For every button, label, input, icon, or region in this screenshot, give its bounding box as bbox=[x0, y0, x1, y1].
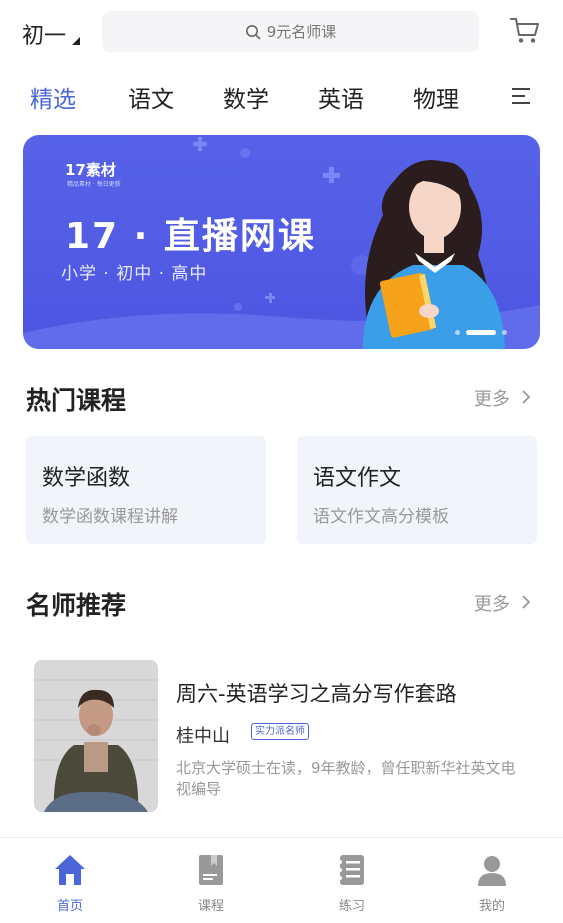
chevron-right-icon[interactable] bbox=[520, 389, 532, 405]
carousel-dot-active[interactable] bbox=[466, 330, 496, 335]
nav-label: 首页 bbox=[56, 899, 83, 914]
tab-featured[interactable]: 精选 bbox=[30, 80, 76, 114]
banner-subtitle: 小学 · 初中 · 高中 bbox=[61, 264, 208, 284]
banner-logo: 17素材 bbox=[65, 161, 116, 179]
tab-physics[interactable]: 物理 bbox=[413, 80, 459, 114]
teacher-description: 北京大学硕士在读，9年教龄，曾任职新华社英文电视编导 bbox=[176, 759, 516, 798]
user-icon bbox=[478, 856, 506, 886]
category-tabs: 精选 语文 数学 英语 物理 bbox=[0, 80, 563, 116]
teachers-more-link[interactable]: 更多 bbox=[474, 590, 510, 616]
grade-selector[interactable]: 初一 bbox=[22, 18, 66, 50]
cart-icon[interactable] bbox=[509, 14, 541, 46]
home-icon bbox=[55, 855, 85, 885]
tab-math[interactable]: 数学 bbox=[223, 80, 269, 114]
nav-label: 练习 bbox=[338, 899, 365, 914]
carousel-indicator bbox=[455, 330, 507, 335]
teacher-course-title: 周六-英语学习之高分写作套路 bbox=[176, 682, 457, 706]
book-icon bbox=[199, 855, 223, 885]
nav-home[interactable]: 首页 bbox=[30, 838, 110, 923]
carousel-dot[interactable] bbox=[502, 330, 507, 335]
caret-down-icon[interactable] bbox=[72, 37, 80, 45]
chevron-right-icon[interactable] bbox=[520, 594, 532, 610]
search-placeholder: 9元名师课 bbox=[266, 23, 337, 41]
promo-banner[interactable]: 17素材 精品素材 · 每日更新 17 · 直播网课 小学 · 初中 · 高中 bbox=[23, 135, 540, 349]
course-card-math[interactable]: 数学函数 数学函数课程讲解 bbox=[26, 436, 266, 544]
course-card-writing[interactable]: 语文作文 语文作文高分模板 bbox=[297, 436, 537, 544]
carousel-dot[interactable] bbox=[455, 330, 460, 335]
tab-english[interactable]: 英语 bbox=[318, 80, 364, 114]
tab-chinese[interactable]: 语文 bbox=[128, 80, 174, 114]
banner-title: 17 · 直播网课 bbox=[65, 216, 316, 257]
nav-label: 我的 bbox=[478, 899, 505, 914]
teachers-title: 名师推荐 bbox=[26, 591, 127, 620]
teacher-photo bbox=[34, 660, 158, 812]
teacher-badge: 实力派名师 bbox=[251, 723, 309, 740]
nav-label: 课程 bbox=[197, 899, 224, 914]
menu-icon[interactable] bbox=[511, 86, 531, 106]
bottom-nav: 首页 课程 练习 我的 bbox=[0, 837, 563, 923]
search-bar[interactable]: 9元名师课 bbox=[102, 11, 479, 52]
course-card-desc: 数学函数课程讲解 bbox=[42, 507, 178, 527]
exercise-icon bbox=[338, 855, 364, 885]
course-card-desc: 语文作文高分模板 bbox=[313, 507, 449, 527]
nav-courses[interactable]: 课程 bbox=[171, 838, 251, 923]
nav-profile[interactable]: 我的 bbox=[452, 838, 532, 923]
teacher-name: 桂中山 bbox=[176, 726, 230, 747]
teacher-card[interactable]: 周六-英语学习之高分写作套路 桂中山 实力派名师 北京大学硕士在读，9年教龄，曾… bbox=[34, 660, 534, 820]
course-card-title: 数学函数 bbox=[42, 466, 131, 491]
search-icon bbox=[245, 24, 261, 39]
hot-courses-title: 热门课程 bbox=[26, 386, 127, 415]
nav-exercises[interactable]: 练习 bbox=[312, 838, 392, 923]
banner-logo-tagline: 精品素材 · 每日更新 bbox=[67, 181, 121, 188]
course-card-title: 语文作文 bbox=[313, 466, 402, 491]
hot-courses-more-link[interactable]: 更多 bbox=[474, 385, 510, 411]
header: 初一 9元名师课 bbox=[0, 0, 563, 64]
